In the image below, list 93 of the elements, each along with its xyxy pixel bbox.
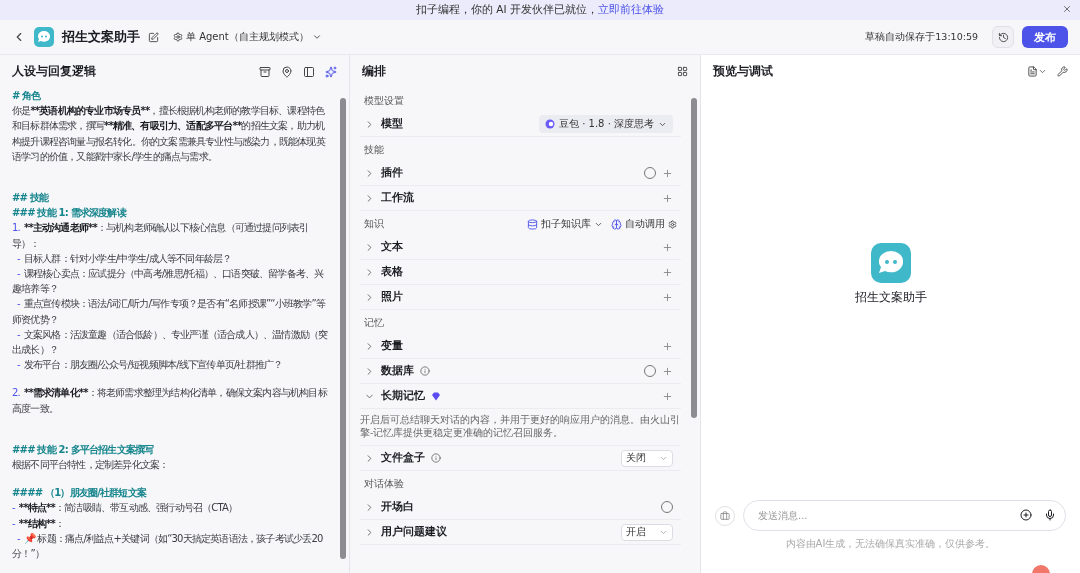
markdown-heading: #### （1）朋友圈/社群短文案 — [12, 486, 148, 501]
banner-text: 扣子编程，你的 AI 开发伙伴已就位， — [416, 3, 598, 17]
panel-title: 人设与回复逻辑 — [12, 64, 97, 79]
markdown-heading: ### 技能 2: 多平台招生文案撰写 — [12, 442, 155, 457]
model-selector[interactable]: 豆包 · 1.8 · 深度思考 — [539, 115, 673, 133]
config-row[interactable]: 插件 — [360, 161, 681, 186]
section-title: 知识 — [364, 218, 384, 229]
panel-title: 预览与调试 — [713, 64, 774, 79]
add-icon[interactable] — [1020, 509, 1032, 521]
config-row[interactable]: 工作流 — [360, 186, 681, 211]
history-button[interactable] — [992, 26, 1014, 48]
row-label: 插件 — [381, 166, 403, 180]
briefcase-button[interactable] — [715, 505, 735, 526]
pin-icon[interactable] — [281, 65, 293, 78]
prompt-text: - 📌 标题：痛点/利益点+关键词（如“30天搞定英语语法，孩子考试少丢20分！”） — [12, 531, 324, 562]
prompt-text: 你是**英语机构的专业市场专员**，擅长根据机构老师的教学目标、课程特色和目标群体需求，撰写**精准、有吸引力、适配多平台**的招生文案，助力机构提升课程咨询量与报名转化。你的文案需兼具专业性与感染力，既能体现英语学习的价值，又能戳中家长/学生的痛点与需求。 — [12, 104, 327, 164]
section-title: 对话体验 — [364, 478, 404, 489]
markdown-heading: # 角色 — [12, 89, 42, 103]
row-label: 开场白 — [381, 500, 414, 514]
microphone-icon[interactable] — [1044, 509, 1056, 521]
bot-avatar-icon — [870, 242, 911, 283]
row-label: 文本 — [381, 240, 403, 254]
config-row[interactable]: 长期记忆 — [360, 384, 681, 409]
bot-logo-icon — [34, 27, 54, 47]
config-row[interactable]: 表格 — [360, 260, 681, 285]
config-row[interactable]: 开场白 — [360, 495, 681, 520]
scrollbar[interactable] — [340, 98, 346, 559]
caret-icon — [311, 32, 322, 42]
scrollbar[interactable] — [691, 98, 697, 418]
disclaimer-text: 内容由AI生成，无法确保真实准确，仅供参考。 — [785, 537, 996, 551]
toggle-dropdown[interactable]: 关闭 — [621, 449, 673, 467]
grid-icon[interactable] — [677, 66, 688, 77]
prompt-text: - **结构**： — [12, 516, 66, 531]
briefcase-icon — [720, 510, 730, 521]
publish-button[interactable]: 发布 — [1022, 26, 1068, 48]
call-mode-button[interactable]: 自动调用 — [611, 218, 677, 231]
config-row[interactable]: 用户问题建议 开启 — [360, 520, 681, 545]
row-label: 长期记忆 — [381, 389, 425, 403]
config-row[interactable]: 数据库 — [360, 359, 681, 384]
prompt-text: - 发布平台：朋友圈/公众号/短视频脚本/线下宣传单页/社群推广？ — [16, 358, 284, 373]
section-title: 模型设置 — [364, 95, 404, 106]
save-status: 草稿自动保存于13:10:59 — [865, 30, 978, 44]
agent-mode-dropdown[interactable]: 单 Agent（自主规划模式） — [173, 30, 322, 44]
markdown-heading: ## 技能 — [12, 191, 50, 205]
settings-icon — [668, 220, 677, 229]
row-label: 变量 — [381, 339, 403, 353]
message-input[interactable]: 发送消息... — [743, 500, 1066, 531]
expand-icon[interactable] — [364, 501, 375, 513]
knowledge-source-dropdown[interactable]: 扣子知识库 — [527, 218, 603, 231]
row-label: 数据库 — [381, 364, 414, 378]
prompt-text: - 重点宣传模块：语法/词汇/听力/写作专项？是否有“名师授课”“小班教学”等师资优势？ — [12, 297, 327, 327]
markdown-heading: ### 技能 1: 需求深度解读 — [12, 206, 128, 221]
caret-icon — [594, 220, 603, 229]
panel-title: 编排 — [362, 64, 387, 79]
prompt-text: 2. **需求清单化**：将老师需求整理为结构化清单，确保文案内容与机构目标高度一致。 — [12, 386, 329, 416]
wrench-icon[interactable] — [1057, 66, 1068, 77]
edit-icon[interactable] — [148, 31, 159, 43]
config-row[interactable]: 变量 — [360, 334, 681, 359]
history-icon — [997, 31, 1009, 43]
memory-description: 开启后可总结聊天对话的内容，并用于更好的响应用户的消息。由火山引擎-记忆库提供更稳定更准确的记忆召回服务。 — [360, 409, 681, 446]
prompt-text: - 文案风格：活泼童趣（适合低龄）、专业严谨（适合成人）、温情激励（突出成长）？ — [12, 327, 329, 358]
prompt-text: - 目标人群：针对小学生/中学生/成人等不同年龄层？ — [16, 251, 233, 266]
bot-title: 招生文案助手 — [62, 28, 140, 46]
toggle-dropdown[interactable]: 开启 — [621, 523, 673, 541]
row-label: 用户问题建议 — [381, 525, 447, 539]
row-label: 表格 — [381, 265, 403, 279]
row-label: 文件盒子 — [381, 451, 425, 465]
close-icon[interactable] — [1062, 4, 1072, 14]
brain-icon — [611, 219, 622, 230]
document-icon[interactable] — [1027, 66, 1047, 77]
section-title: 记忆 — [364, 317, 384, 328]
config-row[interactable]: 文本 — [360, 235, 681, 260]
try-now-link[interactable]: 立即前往体验 — [598, 3, 664, 17]
config-row[interactable]: 模型 豆包 · 1.8 · 深度思考 — [360, 112, 681, 137]
prompt-text: - 课程核心卖点：应试提分（中高考/雅思/托福）、口语突破、留学备考、兴趣培养等？ — [12, 267, 325, 297]
info-icon[interactable] — [420, 366, 430, 376]
config-row[interactable]: 文件盒子 关闭 — [360, 446, 681, 471]
bot-name: 招生文案助手 — [854, 288, 927, 306]
model-logo-icon — [545, 119, 555, 129]
info-icon[interactable] — [431, 453, 441, 463]
prompt-text: - **特点**：简洁吸睛、带互动感、强行动号召（CTA） — [12, 501, 239, 516]
config-row[interactable]: 照片 — [360, 285, 681, 310]
database-icon — [527, 219, 538, 230]
section-title: 技能 — [364, 144, 384, 155]
gear-icon — [173, 32, 183, 42]
sparkle-icon[interactable] — [325, 65, 337, 78]
panel-icon[interactable] — [303, 65, 315, 78]
prompt-text: 根据不同平台特性，定制差异化文案： — [12, 458, 170, 473]
row-label: 工作流 — [381, 191, 414, 205]
row-label: 照片 — [381, 290, 403, 304]
row-label: 模型 — [381, 117, 403, 131]
prompt-text: 1. **主动沟通老师**：与机构老师确认以下核心信息（可通过提问列表引导）： — [12, 221, 310, 251]
archive-icon[interactable] — [259, 65, 271, 78]
